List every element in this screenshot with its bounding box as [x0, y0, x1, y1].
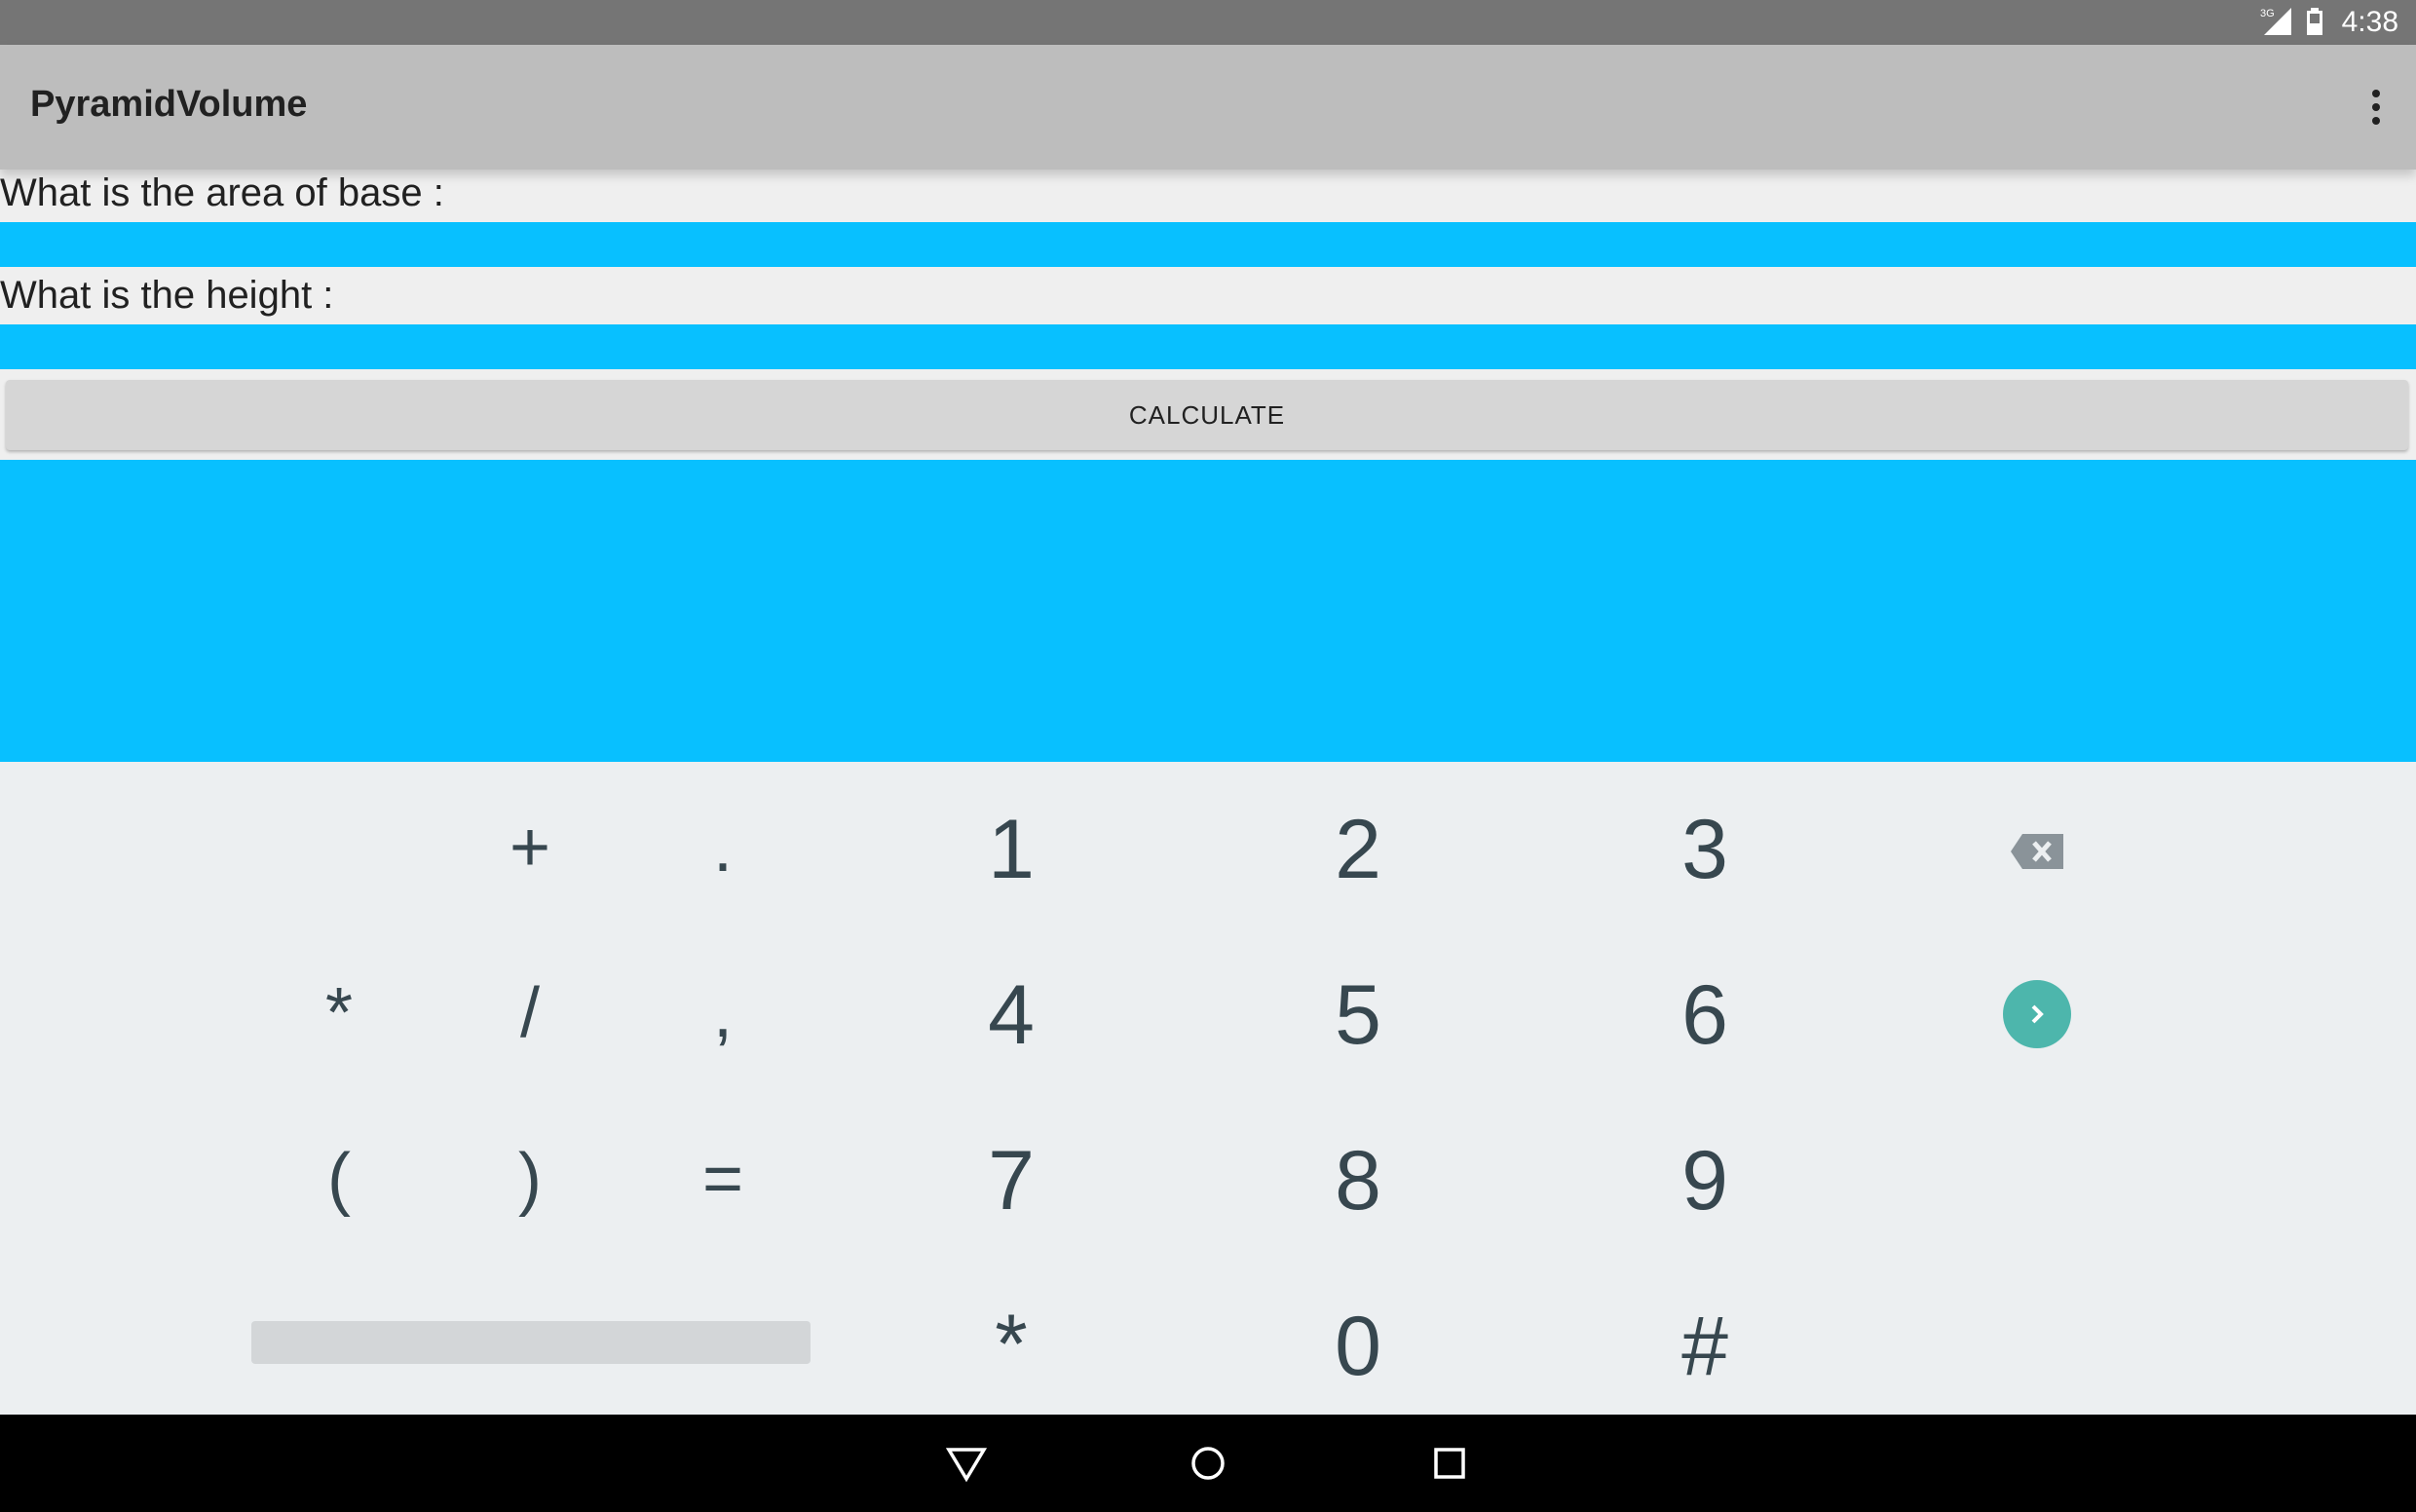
key-4[interactable]: 4: [933, 947, 1089, 1083]
home-circle-icon[interactable]: [1187, 1442, 1229, 1485]
key-period[interactable]: .: [664, 789, 781, 906]
key-0[interactable]: 0: [1280, 1278, 1436, 1415]
go-button[interactable]: [2003, 980, 2071, 1048]
signal-3g-icon: 3G: [2260, 8, 2291, 35]
screen: 3G 4:38 PyramidVolume What is the area o…: [0, 0, 2416, 1512]
recents-square-icon[interactable]: [1428, 1442, 1471, 1485]
key-7[interactable]: 7: [933, 1113, 1089, 1249]
clock: 4:38: [2341, 6, 2398, 38]
key-star[interactable]: *: [933, 1276, 1089, 1413]
key-6[interactable]: 6: [1627, 947, 1783, 1083]
backspace-icon[interactable]: [2009, 830, 2067, 873]
key-comma[interactable]: ,: [664, 955, 781, 1072]
key-equals[interactable]: =: [664, 1120, 781, 1237]
svg-text:3G: 3G: [2260, 8, 2275, 19]
height-label: What is the height :: [0, 274, 334, 317]
result-area: [0, 460, 2416, 762]
app-bar: PyramidVolume: [0, 45, 2416, 170]
key-open-paren[interactable]: (: [281, 1120, 397, 1237]
key-close-paren[interactable]: ): [472, 1120, 588, 1237]
key-3[interactable]: 3: [1627, 781, 1783, 918]
more-vert-icon[interactable]: [2371, 88, 2381, 127]
key-hash[interactable]: #: [1627, 1278, 1783, 1415]
key-2[interactable]: 2: [1280, 781, 1436, 918]
key-9[interactable]: 9: [1627, 1113, 1783, 1249]
app-title: PyramidVolume: [30, 84, 308, 125]
battery-icon: [2307, 8, 2322, 35]
chevron-right-icon: [2031, 1004, 2044, 1024]
base-area-input[interactable]: [0, 222, 2416, 267]
numeric-keyboard: - + . 1 2 3 * / , 4 5 6 ( ) = 7 8 9 *: [0, 47, 2416, 1415]
navigation-bar: [0, 1415, 2416, 1512]
base-area-label: What is the area of base :: [0, 171, 444, 214]
key-asterisk[interactable]: *: [281, 955, 397, 1072]
height-input[interactable]: [0, 324, 2416, 369]
key-slash[interactable]: /: [472, 955, 588, 1072]
calculate-button[interactable]: CALCULATE: [6, 380, 2408, 450]
key-plus[interactable]: +: [472, 789, 588, 906]
key-1[interactable]: 1: [933, 781, 1089, 918]
back-triangle-icon[interactable]: [945, 1442, 988, 1485]
key-5[interactable]: 5: [1280, 947, 1436, 1083]
space-key[interactable]: [251, 1321, 811, 1364]
key-8[interactable]: 8: [1280, 1113, 1436, 1249]
